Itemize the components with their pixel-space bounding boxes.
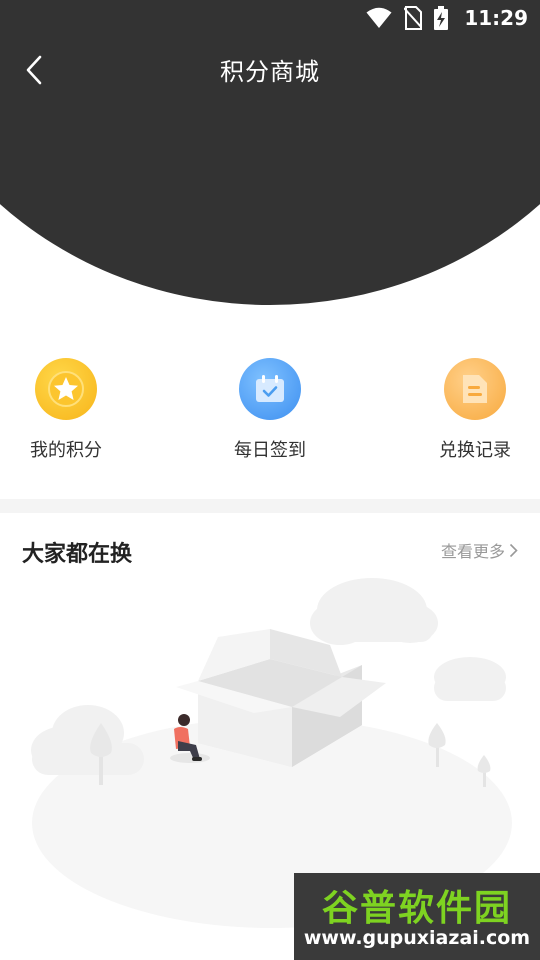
watermark-url: www.gupuxiazai.com: [303, 927, 531, 949]
shortcut-my-points[interactable]: 我的积分: [1, 358, 131, 462]
shortcut-label: 每日签到: [234, 440, 306, 461]
watermark: 谷普软件园 www.gupuxiazai.com: [294, 873, 540, 960]
view-more-link[interactable]: 查看更多: [441, 538, 518, 562]
chevron-right-icon: [509, 543, 518, 557]
page-title: 积分商城: [220, 58, 320, 86]
wifi-icon: [366, 7, 392, 28]
status-bar: 11:29: [0, 0, 540, 36]
shortcut-row: 我的积分 每日签到 兑换记录: [0, 358, 540, 468]
calendar-check-icon: [239, 358, 301, 420]
section-title: 大家都在换: [22, 542, 133, 567]
shortcut-label: 我的积分: [30, 440, 102, 461]
document-icon: [444, 358, 506, 420]
battery-charging-icon: [434, 6, 449, 30]
section-divider: [0, 499, 540, 513]
view-more-label: 查看更多: [440, 542, 505, 561]
status-time: 11:29: [464, 6, 528, 30]
shortcut-label: 兑换记录: [439, 440, 511, 461]
star-coin-icon: [35, 358, 97, 420]
shortcut-exchange-records[interactable]: 兑换记录: [410, 358, 540, 462]
shortcut-daily-checkin[interactable]: 每日签到: [205, 358, 335, 462]
status-icons: 11:29: [366, 5, 528, 31]
nav-bar: 积分商城: [0, 40, 540, 98]
screen: 11:29 积分商城 我的积分 每日签到 兑换记录 大家都在换 查看更多 谷普软…: [0, 0, 540, 960]
no-sim-icon: [404, 6, 423, 30]
watermark-brand: 谷普软件园: [321, 888, 512, 929]
